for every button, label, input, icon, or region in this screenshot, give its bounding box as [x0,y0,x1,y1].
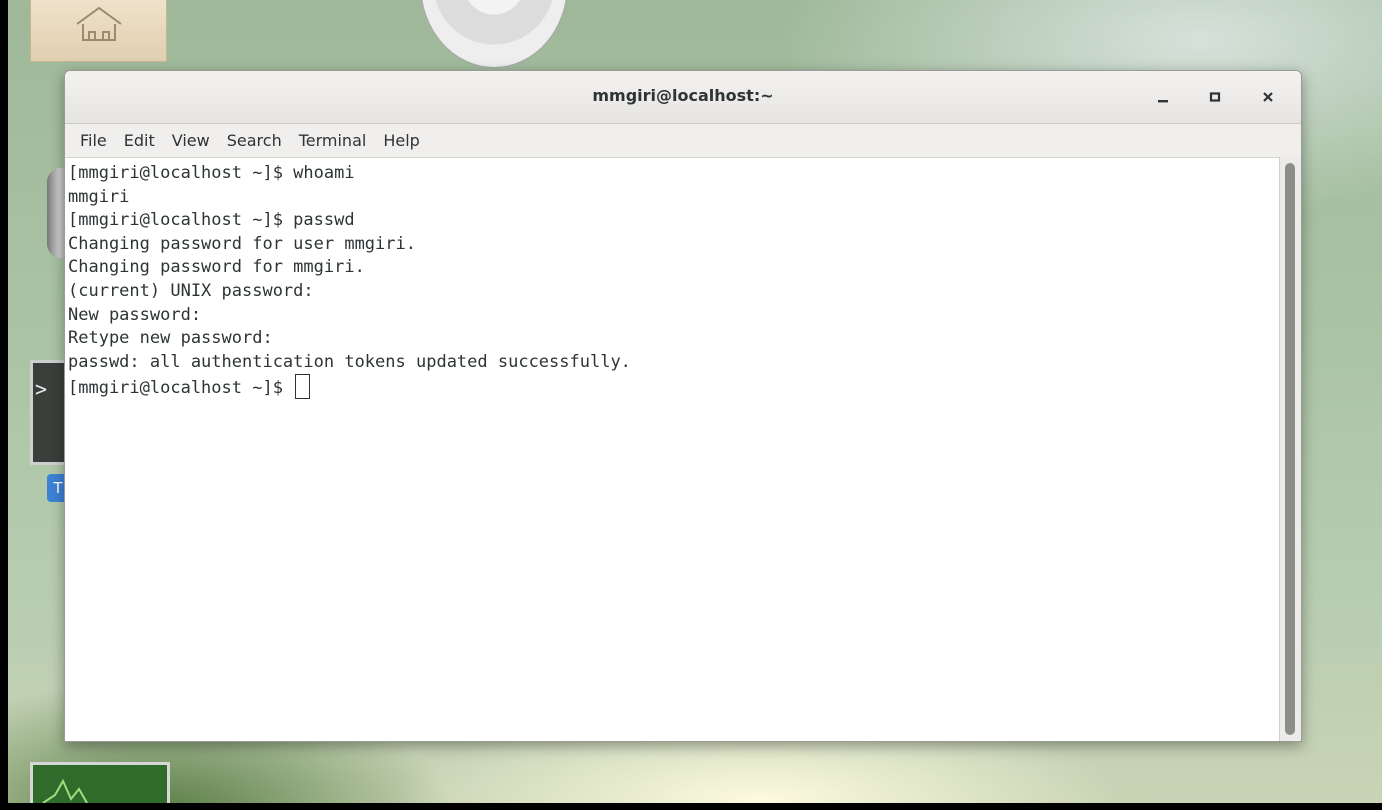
menu-view[interactable]: View [164,127,218,154]
menu-search[interactable]: Search [219,127,290,154]
menu-file[interactable]: File [72,127,115,154]
screen-edge-bottom [0,803,1382,810]
terminal-output[interactable]: [mmgiri@localhost ~]$ whoami mmgiri [mmg… [65,157,1279,741]
terminal-line: Changing password for user mmgiri. [68,233,416,254]
terminal-line: New password: [68,304,202,325]
desktop: > T mmgiri@localhost:~ File Edit View Se… [0,0,1382,810]
home-folder-icon[interactable] [30,0,167,62]
window-title: mmgiri@localhost:~ [592,86,774,105]
menu-terminal[interactable]: Terminal [291,127,375,154]
minimize-button[interactable] [1146,81,1180,113]
minimize-icon [1158,100,1168,103]
home-glyph-icon [76,6,122,41]
terminal-prompt: [mmgiri@localhost ~]$ [68,378,294,399]
menu-bar: File Edit View Search Terminal Help [65,124,1301,156]
window-titlebar[interactable]: mmgiri@localhost:~ [65,71,1301,124]
maximize-button[interactable] [1198,81,1232,113]
terminal-window[interactable]: mmgiri@localhost:~ File Edit View Search… [64,70,1302,742]
menu-help[interactable]: Help [375,127,427,154]
disc-icon[interactable] [420,0,568,68]
close-icon [1263,92,1273,102]
text-cursor [295,374,311,400]
terminal-line: mmgiri [68,186,130,207]
screen-edge-left [0,0,8,810]
terminal-line: [mmgiri@localhost ~]$ passwd [68,210,355,231]
terminal-prompt-line[interactable]: [mmgiri@localhost ~]$ [68,374,1279,400]
terminal-line: (current) UNIX password: [68,280,314,301]
menu-edit[interactable]: Edit [116,127,163,154]
maximize-icon [1209,92,1221,102]
pulse-graph-icon [42,778,88,803]
terminal-line: Changing password for mmgiri. [68,257,365,278]
terminal-scrollbar[interactable] [1279,157,1301,741]
terminal-line: [mmgiri@localhost ~]$ whoami [68,163,355,183]
terminal-line: passwd: all authentication tokens update… [68,351,631,372]
system-monitor-icon[interactable] [30,762,170,803]
scrollbar-thumb[interactable] [1285,163,1295,735]
terminal-line: Retype new password: [68,328,273,349]
close-button[interactable] [1251,81,1285,113]
terminal-icon-glyph: > [35,377,48,401]
